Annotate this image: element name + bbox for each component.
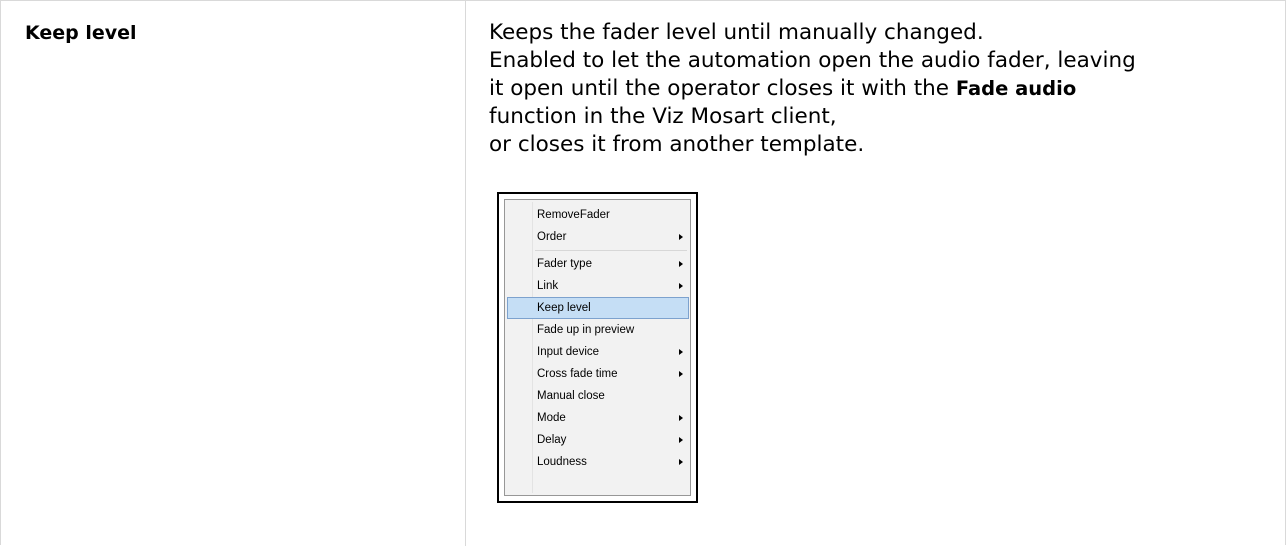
menu-item-fade-up-in-preview[interactable]: Fade up in preview — [507, 319, 689, 341]
menu-item-label: Loudness — [537, 456, 587, 468]
submenu-arrow-icon — [679, 459, 683, 465]
menu-item-label: Order — [537, 231, 567, 243]
submenu-arrow-icon — [679, 261, 683, 267]
term-label: Keep level — [25, 22, 137, 44]
context-menu-screenshot: RemoveFader Order Fader type Link Keep l… — [497, 192, 698, 503]
menu-item-mode[interactable]: Mode — [507, 407, 689, 429]
description-line-1: Keeps the fader level until manually cha… — [489, 20, 984, 45]
menu-item-label: Cross fade time — [537, 368, 618, 380]
menu-item-label: Link — [537, 280, 559, 292]
menu-item-cross-fade-time[interactable]: Cross fade time — [507, 363, 689, 385]
menu-item-manual-close[interactable]: Manual close — [507, 385, 689, 407]
term-cell: Keep level — [25, 19, 137, 47]
column-divider — [465, 1, 466, 546]
submenu-arrow-icon — [679, 283, 683, 289]
menu-item-keep-level[interactable]: Keep level — [507, 297, 689, 319]
submenu-arrow-icon — [679, 415, 683, 421]
description-line-4: function in the Viz Mosart client, — [489, 104, 837, 129]
context-menu: RemoveFader Order Fader type Link Keep l… — [504, 199, 691, 496]
submenu-arrow-icon — [679, 234, 683, 240]
description-line-3-text: it open until the operator closes it wit… — [489, 76, 956, 101]
description-line-3: it open until the operator closes it wit… — [489, 75, 1279, 103]
menu-item-label: Fader type — [537, 258, 592, 270]
definition-table: Keep level Keeps the fader level until m… — [0, 0, 1286, 546]
menu-item-label: Delay — [537, 434, 567, 446]
menu-item-remove-fader[interactable]: RemoveFader — [507, 204, 689, 226]
menu-item-order[interactable]: Order — [507, 226, 689, 248]
menu-item-label: Input device — [537, 346, 600, 358]
menu-item-loudness[interactable]: Loudness — [507, 451, 689, 473]
fade-audio-reference: Fade audio — [955, 77, 1077, 100]
description-line-5: or closes it from another template. — [489, 132, 865, 157]
description-cell: Keeps the fader level until manually cha… — [489, 19, 1279, 159]
menu-item-label: Mode — [537, 412, 566, 424]
menu-item-label: RemoveFader — [537, 209, 610, 221]
submenu-arrow-icon — [679, 371, 683, 377]
menu-item-label: Fade up in preview — [537, 324, 635, 336]
menu-item-label: Manual close — [537, 390, 605, 402]
description-line-2: Enabled to let the automation open the a… — [489, 48, 1136, 73]
menu-item-input-device[interactable]: Input device — [507, 341, 689, 363]
menu-item-link[interactable]: Link — [507, 275, 689, 297]
menu-items: RemoveFader Order Fader type Link Keep l… — [507, 204, 689, 473]
menu-item-label: Keep level — [537, 302, 591, 314]
submenu-arrow-icon — [679, 437, 683, 443]
menu-item-delay[interactable]: Delay — [507, 429, 689, 451]
menu-item-fader-type[interactable]: Fader type — [507, 253, 689, 275]
submenu-arrow-icon — [679, 349, 683, 355]
